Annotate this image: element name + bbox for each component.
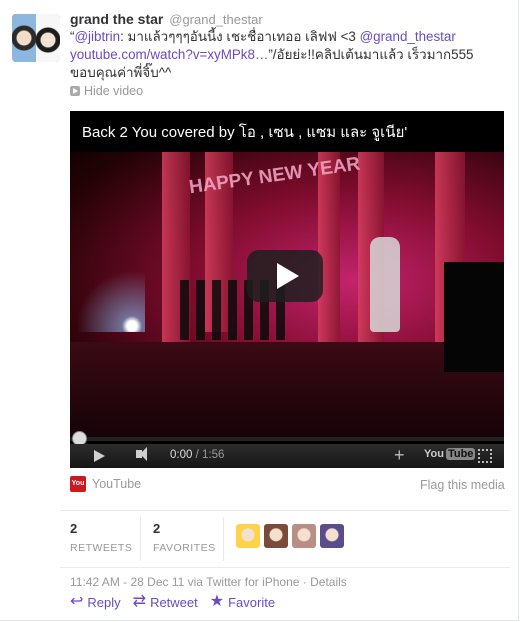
- user-name[interactable]: grand the star: [70, 11, 163, 27]
- mention-link[interactable]: @jibtrin: [74, 29, 120, 44]
- media-source[interactable]: You Tube YouTube: [70, 476, 141, 503]
- flag-media-link[interactable]: Flag this media: [420, 478, 505, 492]
- tweet-timestamp[interactable]: 11:42 AM - 28 Dec 11 via Twitter for iPh…: [70, 575, 347, 589]
- reply-label: Reply: [87, 594, 121, 610]
- progress-bar[interactable]: [70, 437, 504, 441]
- reply-button[interactable]: ↩ Reply: [70, 594, 121, 610]
- time-separator: /: [192, 449, 202, 461]
- video-url-link[interactable]: youtube.com/watch?v=xyMPk8…: [70, 47, 268, 62]
- favoriter-avatar[interactable]: [264, 524, 288, 548]
- tweet-card: grand the star @grand_thestar “@jibtrin:…: [0, 0, 519, 621]
- time-duration: 1:56: [201, 449, 225, 461]
- speaker: [444, 262, 504, 372]
- video-thumbnail[interactable]: HAPPY NEW YEAR: [70, 152, 504, 439]
- user-handle[interactable]: @grand_thestar: [169, 12, 262, 27]
- retweets-label: RETWEETS: [70, 542, 133, 554]
- fullscreen-icon[interactable]: [478, 449, 492, 463]
- retweet-icon: ⇄: [132, 593, 147, 610]
- time-display: 0:00 / 1:56: [170, 449, 224, 461]
- youtube-logo-left: You: [424, 448, 444, 460]
- spotlight: [70, 262, 145, 332]
- dancer: [370, 237, 400, 332]
- time-current: 0:00: [170, 449, 193, 461]
- video-player[interactable]: Back 2 You covered by โอ , เซน , แซม และ…: [70, 111, 504, 468]
- favorites-count: 2: [153, 521, 161, 536]
- big-play-button[interactable]: [247, 250, 323, 302]
- favorite-label: Favorite: [228, 594, 276, 610]
- tweet-stats: 2 RETWEETS 2 FAVORITES: [60, 510, 510, 568]
- video-title[interactable]: Back 2 You covered by โอ , เซน , แซม และ…: [82, 120, 407, 144]
- favorite-button[interactable]: ★ Favorite: [210, 594, 275, 610]
- youtube-logo-button[interactable]: You Tube: [424, 448, 476, 460]
- retweet-label: Retweet: [150, 594, 198, 610]
- player-controls: 0:00 / 1:56 + You Tube: [70, 444, 504, 468]
- mention-link-2[interactable]: @grand_thestar: [360, 29, 456, 44]
- favoriter-avatar[interactable]: [320, 524, 344, 548]
- add-icon[interactable]: +: [394, 445, 405, 466]
- retweets-stat[interactable]: 2 RETWEETS: [70, 521, 132, 554]
- reply-icon: ↩: [70, 593, 84, 610]
- hide-video-button[interactable]: Hide video: [70, 84, 143, 98]
- tweet-text-part1: : มาแล้วๆๆๆอันนี้ง เชะชื่อาเทออ เลิฟฟ <3: [120, 29, 360, 44]
- stage-floor: [70, 342, 504, 439]
- retweets-count: 2: [70, 521, 78, 536]
- star-icon: ★: [209, 593, 225, 610]
- favorites-stat[interactable]: 2 FAVORITES: [153, 521, 216, 554]
- youtube-icon: You Tube: [70, 476, 86, 503]
- hide-video-label: Hide video: [84, 84, 144, 98]
- avatar[interactable]: [12, 14, 60, 62]
- tweet-actions: ↩ Reply ⇄ Retweet ★ Favorite: [70, 594, 275, 610]
- retweet-button[interactable]: ⇄ Retweet: [133, 594, 198, 610]
- favorites-label: FAVORITES: [153, 542, 216, 554]
- media-source-label[interactable]: YouTube: [92, 477, 141, 491]
- play-small-icon: [70, 86, 80, 96]
- stat-divider: [140, 517, 141, 561]
- youtube-logo-right: Tube: [445, 448, 476, 460]
- stat-divider: [223, 517, 224, 561]
- favoriter-avatar[interactable]: [292, 524, 316, 548]
- volume-icon[interactable]: [136, 447, 147, 461]
- tweet-text: “@jibtrin: มาแล้วๆๆๆอันนี้ง เชะชื่อาเทออ…: [70, 28, 502, 82]
- favoriter-avatar[interactable]: [236, 524, 260, 548]
- favoriter-avatars: [236, 524, 344, 548]
- user-name-row[interactable]: grand the star @grand_thestar: [70, 11, 263, 27]
- play-icon[interactable]: [94, 450, 105, 462]
